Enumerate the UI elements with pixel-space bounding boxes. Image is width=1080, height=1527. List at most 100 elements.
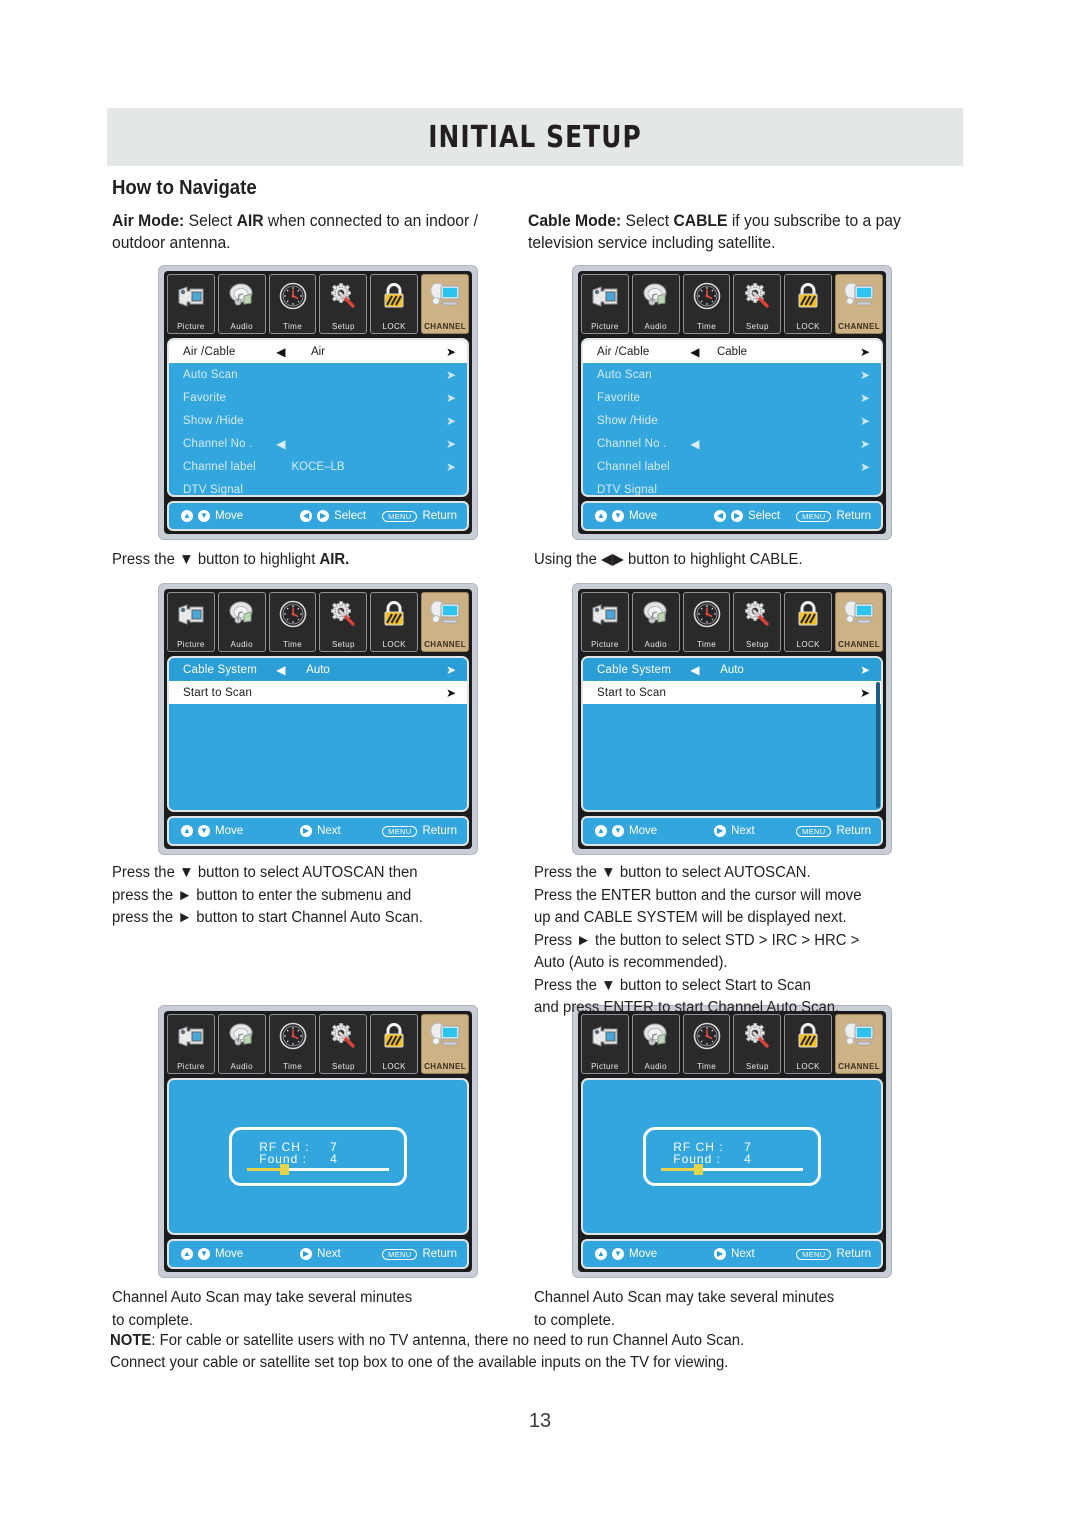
osd-tab-audio[interactable]: Audio — [217, 592, 266, 652]
osd-tab-setup[interactable]: Setup — [319, 1014, 368, 1074]
osd-tab-audio[interactable]: Audio — [631, 1014, 680, 1074]
osd-tab-lock[interactable]: LOCK — [784, 274, 833, 334]
osd-icon-tabbar: Picture Audio Time Setup LOCK CHANNEL — [581, 592, 883, 652]
osd-tab-setup[interactable]: Setup — [733, 274, 782, 334]
osd-menu-row[interactable]: Auto Scan ➤ — [169, 363, 467, 386]
osd-right-arrow-icon[interactable]: ➤ — [860, 460, 870, 474]
osd-tab-audio[interactable]: Audio — [217, 274, 266, 334]
cable-mode-keyword: CABLE — [673, 212, 728, 230]
osd-tab-label: Time — [697, 322, 717, 331]
osd-right-arrow-icon[interactable]: ➤ — [446, 437, 456, 451]
time-icon — [270, 596, 316, 632]
osd-menu-row[interactable]: Start to Scan ➤ — [169, 681, 467, 704]
picture-icon — [168, 278, 214, 314]
osd-menu-row[interactable]: Favorite ➤ — [583, 386, 881, 409]
osd-scrollbar[interactable] — [876, 682, 880, 808]
osd-menu-row[interactable]: Channel label ➤ — [583, 455, 881, 478]
osd-left-arrow-icon[interactable]: ◀ — [690, 437, 699, 451]
osd-tab-picture[interactable]: Picture — [167, 274, 215, 334]
osd-menu-row[interactable]: DTV Signal — [583, 478, 881, 496]
osd-right-arrow-icon[interactable]: ➤ — [446, 663, 456, 677]
osd-menu-row[interactable]: DTV Signal — [169, 478, 467, 496]
picture-icon — [168, 596, 214, 632]
osd-tab-lock[interactable]: LOCK — [784, 1014, 833, 1074]
osd-tab-lock[interactable]: LOCK — [370, 274, 419, 334]
air-mode-text-1: Select — [184, 212, 237, 230]
osd-right-arrow-icon[interactable]: ➤ — [860, 345, 870, 359]
osd-tab-lock[interactable]: LOCK — [370, 592, 419, 652]
setup-icon — [734, 278, 780, 314]
osd-menu-row-label: Auto Scan — [183, 368, 238, 381]
osd-tab-channel[interactable]: CHANNEL — [421, 274, 469, 334]
osd-tab-lock[interactable]: LOCK — [370, 1014, 419, 1074]
osd-tab-picture[interactable]: Picture — [581, 1014, 629, 1074]
caption-cable-step-2-line-2: Press the ENTER button and the cursor wi… — [534, 886, 862, 904]
osd-menu-row[interactable]: Air /Cable ◀ Air ➤ — [169, 340, 467, 363]
osd-menu-row[interactable]: Favorite ➤ — [169, 386, 467, 409]
osd-tab-audio[interactable]: Audio — [631, 592, 680, 652]
osd-menu-row[interactable]: Channel label KOCE–LB ➤ — [169, 455, 467, 478]
osd-tab-lock[interactable]: LOCK — [784, 592, 833, 652]
hint-move-label: Move — [629, 1248, 658, 1260]
osd-tab-channel[interactable]: CHANNEL — [835, 274, 883, 334]
osd-tab-setup[interactable]: Setup — [733, 1014, 782, 1074]
osd-tab-label: Picture — [177, 640, 205, 649]
setup-icon — [734, 1018, 780, 1054]
osd-menu-row[interactable]: Start to Scan ➤ — [583, 681, 881, 704]
osd-tab-time[interactable]: Time — [682, 274, 731, 334]
osd-tab-setup[interactable]: Setup — [733, 592, 782, 652]
osd-menu-row[interactable]: Channel No . ◀ ➤ — [169, 432, 467, 455]
arrow-right-icon: ▶ — [300, 825, 313, 837]
osd-tab-time[interactable]: Time — [682, 592, 731, 652]
osd-tab-time[interactable]: Time — [268, 274, 317, 334]
osd-right-arrow-icon[interactable]: ➤ — [446, 391, 456, 405]
osd-right-arrow-icon[interactable]: ➤ — [446, 686, 456, 700]
arrow-right-icon: ▶ — [714, 1248, 727, 1260]
picture-icon — [582, 1018, 628, 1054]
osd-menu-row[interactable]: Channel No . ◀ ➤ — [583, 432, 881, 455]
osd-tab-channel[interactable]: CHANNEL — [835, 592, 883, 652]
osd-right-arrow-icon[interactable]: ➤ — [446, 368, 456, 382]
osd-tab-channel[interactable]: CHANNEL — [421, 592, 469, 652]
osd-right-arrow-icon[interactable]: ➤ — [860, 391, 870, 405]
note-block: NOTE: For cable or satellite users with … — [110, 1330, 878, 1374]
osd-tab-picture[interactable]: Picture — [581, 274, 629, 334]
arrow-right-icon: ▶ — [317, 510, 330, 522]
osd-tab-time[interactable]: Time — [268, 592, 317, 652]
osd-menu-row[interactable]: Auto Scan ➤ — [583, 363, 881, 386]
osd-menu-list: Air /Cable ◀ Air ➤ Auto Scan ➤ Favorite ➤ Show /… — [167, 338, 469, 497]
osd-tab-setup[interactable]: Setup — [319, 592, 368, 652]
osd-right-arrow-icon[interactable]: ➤ — [446, 345, 456, 359]
osd-right-arrow-icon[interactable]: ➤ — [446, 414, 456, 428]
osd-right-arrow-icon[interactable]: ➤ — [860, 663, 870, 677]
osd-right-arrow-icon[interactable]: ➤ — [446, 460, 456, 474]
osd-tab-audio[interactable]: Audio — [217, 1014, 266, 1074]
osd-tab-audio[interactable]: Audio — [631, 274, 680, 334]
osd-menu-row[interactable]: Air /Cable ◀ Cable ➤ — [583, 340, 881, 363]
setup-icon — [320, 278, 366, 314]
osd-menu-row[interactable]: Cable System ◀ Auto ➤ — [583, 658, 881, 681]
osd-right-arrow-icon[interactable]: ➤ — [860, 437, 870, 451]
osd-tab-time[interactable]: Time — [268, 1014, 317, 1074]
osd-tab-time[interactable]: Time — [682, 1014, 731, 1074]
lock-icon — [785, 278, 831, 314]
osd-tab-setup[interactable]: Setup — [319, 274, 368, 334]
cable-mode-text-1: Select — [621, 212, 674, 230]
osd-tab-picture[interactable]: Picture — [581, 592, 629, 652]
osd-tab-channel[interactable]: CHANNEL — [835, 1014, 883, 1074]
osd-menu-row[interactable]: Show /Hide ➤ — [583, 409, 881, 432]
arrow-up-icon: ▲ — [181, 825, 193, 837]
osd-menu-row[interactable]: Cable System ◀ Auto ➤ — [169, 658, 467, 681]
arrow-right-icon: ▶ — [714, 825, 727, 837]
osd-right-arrow-icon[interactable]: ➤ — [860, 686, 870, 700]
osd-menu-row[interactable]: Show /Hide ➤ — [169, 409, 467, 432]
osd-left-arrow-icon[interactable]: ◀ — [276, 437, 285, 451]
osd-tab-label: LOCK — [796, 1062, 820, 1071]
caption-cable-step-2-line-3: up and CABLE SYSTEM will be displayed ne… — [534, 909, 847, 926]
arrow-down-icon: ▼ — [612, 825, 624, 837]
osd-right-arrow-icon[interactable]: ➤ — [860, 368, 870, 382]
osd-tab-picture[interactable]: Picture — [167, 1014, 215, 1074]
osd-tab-picture[interactable]: Picture — [167, 592, 215, 652]
osd-tab-channel[interactable]: CHANNEL — [421, 1014, 469, 1074]
osd-right-arrow-icon[interactable]: ➤ — [860, 414, 870, 428]
